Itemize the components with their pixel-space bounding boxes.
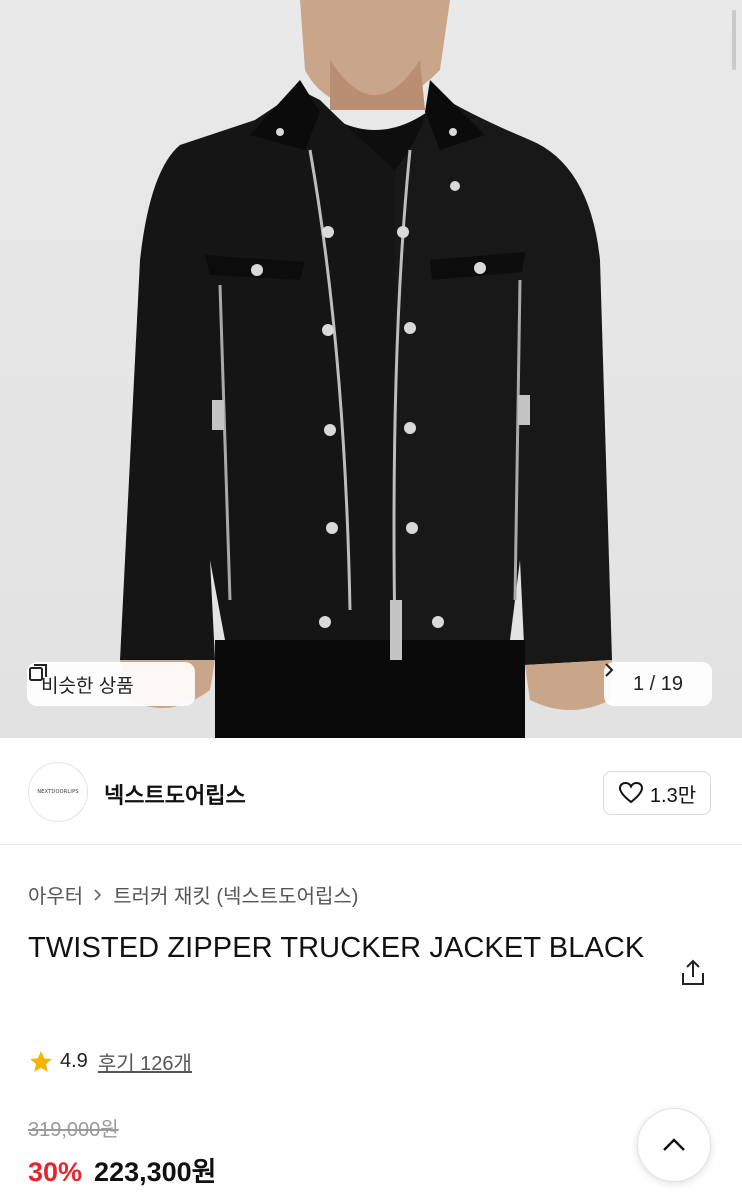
product-title: TWISTED ZIPPER TRUCKER JACKET BLACK	[28, 932, 645, 964]
brand-row: NEXTDOORLIPS 넥스트도어립스 1.3만	[0, 738, 742, 845]
chevron-right-icon	[94, 888, 102, 901]
brand-logo[interactable]: NEXTDOORLIPS	[28, 762, 88, 822]
price-row: 30% 223,300원	[28, 1150, 217, 1189]
like-button[interactable]: 1.3만	[603, 771, 711, 815]
similar-items-label: 비슷한 상품	[41, 675, 134, 697]
original-price: 319,000원	[28, 1119, 119, 1141]
brand-logo-text: NEXTDOORLIPS	[37, 789, 79, 795]
reviews-link[interactable]: 후기 126개	[98, 1047, 192, 1076]
share-icon[interactable]	[677, 957, 709, 989]
star-icon	[30, 1050, 52, 1072]
breadcrumb-subcategory[interactable]: 트러커 재킷 (넥스트도어립스)	[113, 880, 358, 909]
pager-text: 1 / 19	[632, 672, 684, 695]
brand-name[interactable]: 넥스트도어립스	[104, 778, 246, 810]
scroll-to-top-button[interactable]	[637, 1108, 711, 1182]
breadcrumb: 아우터 트러커 재킷 (넥스트도어립스)	[28, 880, 358, 909]
chevron-up-icon	[663, 1138, 685, 1151]
similar-items-button[interactable]: 비슷한 상품	[27, 662, 195, 706]
rating-row: 4.9 후기 126개	[28, 1047, 192, 1076]
breadcrumb-category[interactable]: 아우터	[28, 880, 83, 909]
chevron-right-icon	[605, 663, 614, 677]
discount-rate: 30%	[28, 1157, 83, 1187]
rating-score: 4.9	[60, 1050, 88, 1072]
like-count: 1.3만	[649, 784, 697, 807]
sale-price: 223,300원	[94, 1157, 217, 1187]
gallery-pager[interactable]: 1 / 19	[604, 662, 712, 706]
product-photo	[120, 0, 612, 738]
scrollbar[interactable]	[732, 10, 736, 70]
heart-icon	[618, 781, 643, 804]
similar-items-icon	[29, 664, 47, 681]
product-image-gallery[interactable]: 비슷한 상품 1 / 19	[0, 0, 742, 738]
